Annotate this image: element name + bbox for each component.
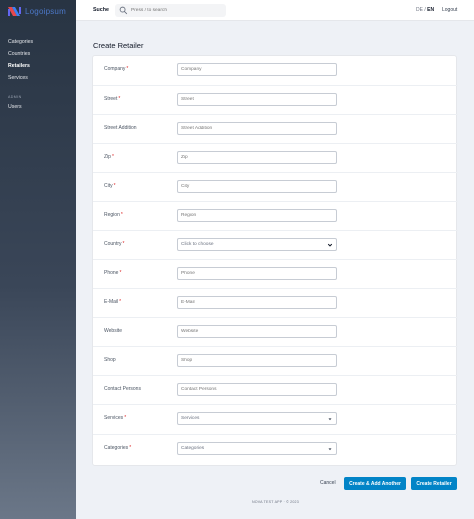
field-label: Street Addition	[104, 125, 137, 131]
label-text: Street	[104, 96, 118, 102]
sidebar-item-users[interactable]: Users	[8, 101, 74, 113]
contact-persons-field[interactable]	[177, 383, 337, 396]
services-select[interactable]: Services	[177, 412, 337, 425]
form-row-phone: Phone*	[93, 259, 458, 288]
label-text: Company	[104, 66, 126, 72]
categories-select-value: Categories	[181, 446, 205, 451]
form-row-email: E-Mail*	[93, 288, 458, 317]
field-label: Company*	[104, 66, 128, 72]
company-field[interactable]	[177, 63, 337, 76]
form-row-region: Region*	[93, 201, 458, 230]
field-label: Contact Persons	[104, 386, 141, 392]
chevron-down-icon	[328, 448, 332, 451]
field-label: City*	[104, 183, 116, 189]
chevron-down-icon	[327, 243, 333, 247]
form-card: Company* Street* Street Addition Zip* Ci…	[92, 55, 458, 466]
sidebar-item-categories[interactable]: Categories	[8, 36, 74, 48]
form-row-shop: Shop	[93, 346, 458, 375]
sidebar-item-services[interactable]: Services	[8, 72, 74, 84]
required-marker: *	[119, 270, 122, 276]
form-row-contact-persons: Contact Persons	[93, 375, 458, 404]
label-text: Shop	[104, 357, 116, 363]
chevron-down-icon	[328, 418, 332, 421]
search-icon	[119, 6, 128, 15]
country-select[interactable]: Click to choose	[177, 238, 337, 251]
cancel-button[interactable]: Cancel	[320, 480, 336, 486]
label-text: Zip	[104, 154, 111, 160]
search-label: Suche	[93, 7, 109, 13]
logo-icon	[8, 6, 21, 16]
form-row-street: Street*	[93, 85, 458, 114]
street-field[interactable]	[177, 93, 337, 106]
sidebar-item-retailers[interactable]: Retailers	[8, 60, 74, 72]
form-row-city: City*	[93, 172, 458, 201]
create-retailer-button[interactable]: Create Retailer	[411, 477, 457, 490]
sidebar-item-countries[interactable]: Countries	[8, 48, 74, 60]
required-marker: *	[120, 212, 123, 218]
sidebar-nav: Categories Countries Retailers Services …	[8, 36, 74, 113]
shop-field[interactable]	[177, 354, 337, 367]
field-label: Country*	[104, 241, 124, 247]
field-label: Phone*	[104, 270, 121, 276]
logo[interactable]: Logoipsum	[8, 5, 66, 17]
label-text: Phone	[104, 270, 119, 276]
website-field[interactable]	[177, 325, 337, 338]
street-addition-field[interactable]	[177, 122, 337, 135]
services-select-value: Services	[181, 416, 200, 421]
required-marker: *	[122, 241, 125, 247]
label-text: Region	[104, 212, 120, 218]
label-text: Street Addition	[104, 125, 137, 131]
field-label: E-Mail*	[104, 299, 121, 305]
required-marker: *	[124, 415, 127, 421]
required-marker: *	[118, 96, 121, 102]
logo-text: Logoipsum	[25, 6, 66, 16]
form-row-categories: Categories* Categories	[93, 434, 458, 463]
required-marker: *	[126, 66, 129, 72]
required-marker: *	[129, 445, 132, 451]
country-select-value: Click to choose	[181, 242, 214, 247]
form-row-company: Company*	[93, 56, 458, 85]
label-text: Website	[104, 328, 122, 334]
logout-link[interactable]: Logout	[442, 7, 457, 13]
sidebar: Logoipsum Categories Countries Retailers…	[0, 0, 76, 519]
email-field[interactable]	[177, 296, 337, 309]
form-row-country: Country* Click to choose	[93, 230, 458, 259]
label-text: Country	[104, 241, 122, 247]
phone-field[interactable]	[177, 267, 337, 280]
field-label: Region*	[104, 212, 123, 218]
search-input[interactable]	[131, 8, 221, 13]
form-row-services: Services* Services	[93, 404, 458, 433]
field-label: Street*	[104, 96, 120, 102]
label-text: E-Mail	[104, 299, 119, 305]
field-label: Website	[104, 328, 122, 334]
form-row-street-addition: Street Addition	[93, 114, 458, 143]
categories-select[interactable]: Categories	[177, 442, 337, 455]
create-and-add-another-button[interactable]: Create & Add Another	[344, 477, 406, 490]
required-marker: *	[119, 299, 122, 305]
field-label: Services*	[104, 415, 126, 421]
required-marker: *	[113, 183, 116, 189]
footer-text: NOVA TEST APP · © 2023	[252, 500, 299, 504]
field-label: Zip*	[104, 154, 114, 160]
page-title: Create Retailer	[93, 41, 144, 50]
field-label: Shop	[104, 357, 116, 363]
top-bar: Suche DE / EN Logout	[76, 0, 474, 21]
search-box[interactable]	[115, 4, 226, 17]
required-marker: *	[111, 154, 114, 160]
field-label: Categories*	[104, 445, 131, 451]
label-text: Services	[104, 415, 124, 421]
label-text: Contact Persons	[104, 386, 141, 392]
form-row-website: Website	[93, 317, 458, 346]
region-field[interactable]	[177, 209, 337, 222]
zip-field[interactable]	[177, 151, 337, 164]
lang-de[interactable]: DE	[416, 7, 423, 13]
form-row-zip: Zip*	[93, 143, 458, 172]
sidebar-section-heading: ADMIN	[8, 95, 22, 99]
label-text: City	[104, 183, 113, 189]
city-field[interactable]	[177, 180, 337, 193]
language-switcher: DE / EN	[416, 7, 434, 13]
label-text: Categories	[104, 445, 129, 451]
lang-en[interactable]: EN	[427, 7, 434, 13]
